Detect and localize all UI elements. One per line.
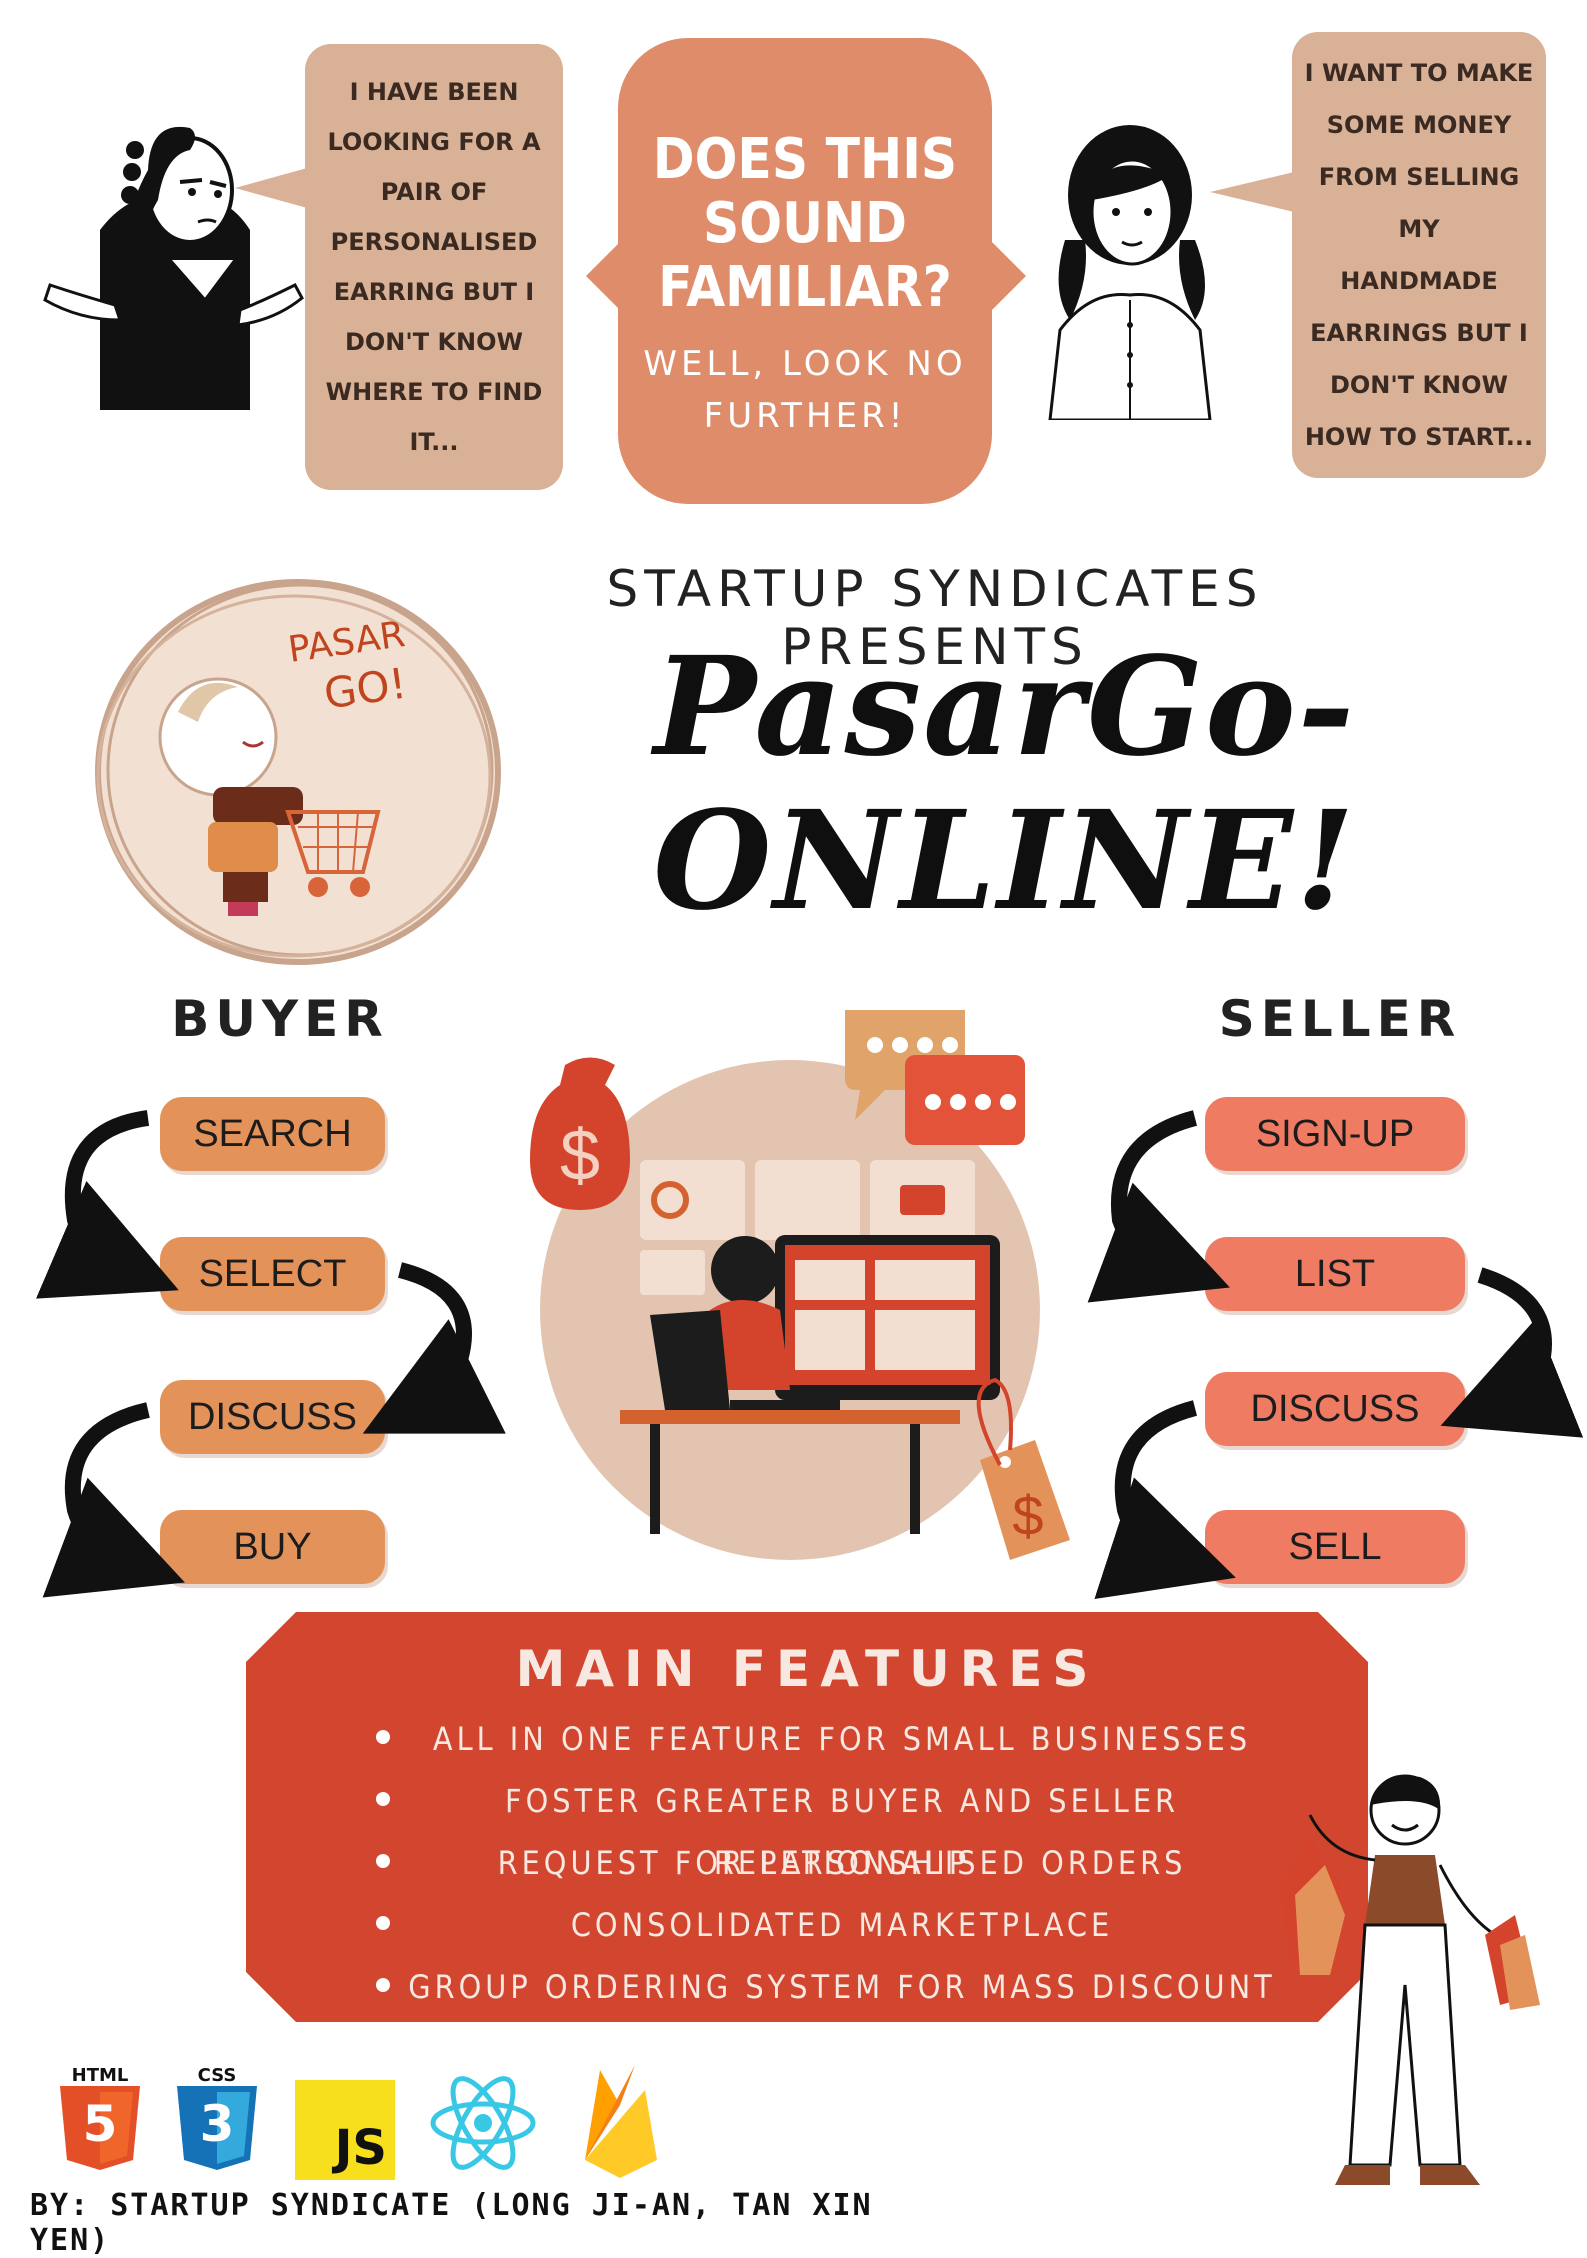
headline-question: DOES THIS SOUND FAMILIAR?: [652, 127, 958, 320]
buyer-speech-bubble: I have been looking for a pair of person…: [305, 44, 563, 490]
buyer-heading: BUYER: [171, 990, 389, 1048]
firebase-icon: [575, 2060, 665, 2180]
seller-arrow-2: [1440, 1267, 1584, 1438]
buyer-bubble-tail: [235, 168, 307, 208]
seller-heading: SELLER: [1218, 990, 1462, 1048]
headline-bubble-right-point: [990, 240, 1026, 312]
shopper-character: [1270, 1765, 1550, 2205]
feature-item: GROUP ORDERING SYSTEM FOR MASS DISCOUNT: [246, 1956, 1368, 2018]
bullet-icon: [376, 1916, 390, 1930]
feature-item: CONSOLIDATED MARKETPLACE: [246, 1894, 1368, 1956]
headline-subtitle: WELL, LOOK NO FURTHER!: [643, 344, 967, 436]
feature-item: ALL IN ONE FEATURE FOR SMALL BUSINESSES: [246, 1708, 1368, 1770]
online-shopping-illustration: $ $: [490, 1000, 1090, 1570]
javascript-icon: JS: [295, 2080, 395, 2180]
seller-quote: I want to make some money from selling m…: [1304, 59, 1534, 451]
buyer-arrow-1: [35, 1110, 179, 1299]
bullet-icon: [376, 1854, 390, 1868]
css3-icon: CSS 3: [172, 2065, 262, 2173]
seller-speech-bubble: I want to make some money from selling m…: [1292, 32, 1546, 478]
main-features-heading: MAIN FEATURES: [515, 1640, 1099, 1698]
buyer-quote: I have been looking for a pair of person…: [325, 78, 543, 456]
features-list: ALL IN ONE FEATURE FOR SMALL BUSINESSES …: [246, 1708, 1368, 2022]
credit-line: BY: STARTUP SYNDICATE (LONG JI-AN, TAN X…: [30, 2188, 873, 2258]
html5-icon: HTML 5: [55, 2065, 145, 2173]
buyer-character: [40, 110, 305, 410]
seller-bubble-tail: [1210, 172, 1294, 212]
buyer-arrow-3: [42, 1402, 185, 1598]
seller-character: [1030, 120, 1230, 422]
money-bag-icon: $: [530, 1057, 630, 1210]
headline-bubble-left-point: [586, 240, 622, 312]
bullet-icon: [376, 1978, 390, 1992]
feature-item: REQUEST FOR PERSONALISED ORDERS: [246, 1832, 1368, 1894]
product-title-line1: PasarGo-: [653, 627, 1357, 787]
svg-text:$: $: [560, 1116, 600, 1196]
pasargo-logo: PASAR GO!: [88, 572, 508, 972]
svg-text:$: $: [1012, 1484, 1043, 1547]
react-icon: [428, 2068, 538, 2178]
feature-item: FOSTER GREATER BUYER AND SELLER RELATION…: [246, 1770, 1368, 1882]
product-title-line2: ONLINE!: [653, 781, 1357, 941]
headline-bubble: DOES THIS SOUND FAMILIAR? WELL, LOOK NO …: [618, 38, 992, 504]
bullet-icon: [376, 1730, 390, 1744]
buyer-arrow-2: [362, 1262, 506, 1434]
main-features-panel: MAIN FEATURES ALL IN ONE FEATURE FOR SMA…: [246, 1612, 1368, 2022]
seller-arrow-3: [1094, 1400, 1236, 1600]
seller-arrow-1: [1087, 1110, 1230, 1303]
bullet-icon: [376, 1792, 390, 1806]
